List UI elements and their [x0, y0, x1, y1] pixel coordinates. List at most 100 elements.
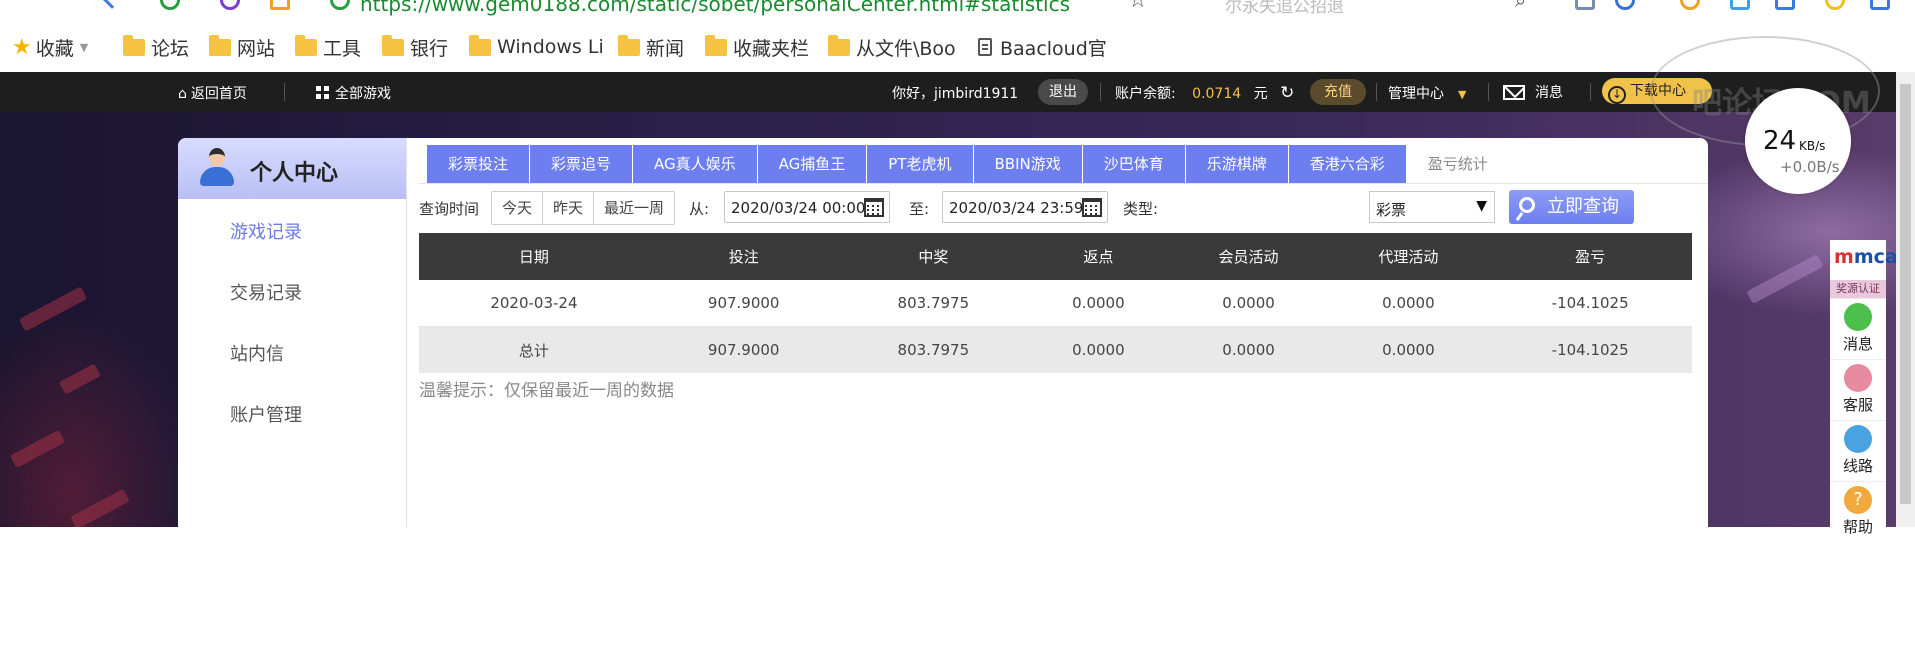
sidebar-item-transactions[interactable]: 交易记录 — [230, 279, 302, 305]
bookmark-folder-forum[interactable]: 论坛 — [123, 34, 189, 60]
tab-lottery-chase[interactable]: 彩票追号 — [530, 145, 633, 183]
site-topbar: ⌂ 返回首页 全部游戏 你好，jimbird1911 退出 账户余额: 0.071… — [0, 72, 1915, 112]
speed-unit: KB/s — [1799, 139, 1826, 153]
query-submit-button[interactable]: 立即查询 — [1509, 190, 1634, 224]
bookmark-folder-tools[interactable]: 工具 — [295, 34, 361, 60]
tab-profit-stats[interactable]: 盈亏统计 — [1406, 145, 1509, 183]
column-header: 返点 — [1028, 233, 1169, 280]
sidebar-item-account[interactable]: 账户管理 — [230, 401, 302, 427]
table-row: 2020-03-24 907.9000 803.7975 0.0000 0.00… — [419, 280, 1692, 327]
to-label: 至: — [909, 200, 930, 218]
refresh-icon[interactable] — [160, 0, 180, 10]
bookmark-folder-news[interactable]: 新闻 — [618, 34, 684, 60]
toolbar-icon-3[interactable] — [1680, 0, 1700, 10]
search-icon[interactable]: ⌕ — [1515, 0, 1526, 12]
bookmark-favorites[interactable]: ★ 收藏 ▼ — [12, 34, 88, 60]
tab-lottery-bets[interactable]: 彩票投注 — [427, 145, 530, 183]
tab-ag-fishing[interactable]: AG捕鱼王 — [757, 145, 867, 183]
float-help-button[interactable]: ? 帮助 — [1830, 481, 1886, 542]
tab-pt-slots[interactable]: PT老虎机 — [867, 145, 973, 183]
bookmark-label: Baacloud官 — [1000, 37, 1107, 60]
toolbar-icon-2[interactable] — [1615, 0, 1635, 10]
calendar-icon[interactable] — [864, 198, 884, 217]
page-scrollbar[interactable] — [1896, 72, 1915, 527]
quick-yesterday-button[interactable]: 昨天 — [543, 192, 595, 224]
home-link[interactable]: ⌂ 返回首页 — [178, 83, 247, 103]
logout-button[interactable]: 退出 — [1038, 79, 1088, 105]
shortcut-icon[interactable] — [270, 0, 290, 10]
tab-leyou-cards[interactable]: 乐游棋牌 — [1185, 145, 1288, 183]
sidebar-item-game-records[interactable]: 游戏记录 — [230, 218, 302, 244]
support-agent-icon — [1844, 364, 1872, 392]
float-messages-button[interactable]: 消息 — [1830, 298, 1886, 359]
float-routes-button[interactable]: 线路 — [1830, 420, 1886, 481]
type-select[interactable]: 彩票 ▼ — [1369, 191, 1495, 223]
bookmark-folder-bank[interactable]: 银行 — [382, 34, 448, 60]
bookmarks-bar: ★ 收藏 ▼ 论坛 网站 工具 银行 Windows Li 新闻 收藏夹栏 从文件\… — [0, 20, 1915, 73]
balance-label: 账户余额: — [1115, 86, 1176, 102]
admin-label: 管理中心 — [1388, 86, 1444, 102]
folder-icon — [469, 34, 491, 56]
decor-streak — [9, 429, 66, 469]
messages-label: 消息 — [1535, 85, 1563, 101]
balance-unit: 元 — [1253, 86, 1268, 102]
bookmark-star-icon[interactable]: ☆ — [1128, 0, 1148, 13]
quick-today-button[interactable]: 今天 — [492, 192, 544, 224]
table-cell: 0.0000 — [1028, 326, 1169, 373]
float-item-label: 帮助 — [1842, 518, 1873, 536]
home-icon: ⌂ — [178, 86, 187, 102]
dropdown-arrow-icon: ▼ — [1476, 198, 1487, 214]
right-float-bar: mmcai 奖源认证 消息 客服 线路 ? 帮助 — [1830, 240, 1904, 542]
personal-center-panel: 个人中心 游戏记录 交易记录 站内信 账户管理 彩票投注 彩票追号 AG真人娱乐… — [178, 138, 1708, 527]
mail-icon — [1503, 85, 1525, 100]
tab-divider — [419, 183, 1708, 184]
sidebar-title: 个人中心 — [250, 161, 339, 186]
divider — [1100, 83, 1101, 101]
sidebar-item-messages[interactable]: 站内信 — [230, 340, 284, 366]
from-date-input[interactable]: 2020/03/24 00:00 — [724, 191, 890, 223]
tab-bbin-games[interactable]: BBIN游戏 — [973, 145, 1082, 183]
address-bar-url[interactable]: https://www.gem0188.com/static/sobet/per… — [360, 0, 1070, 16]
help-icon: ? — [1844, 486, 1872, 514]
browser-search-input[interactable]: 尔永失追公招退 — [1225, 0, 1344, 17]
admin-center-menu[interactable]: 管理中心 ▼ — [1388, 83, 1466, 103]
quick-week-button[interactable]: 最近一周 — [594, 192, 674, 224]
toolbar-icon-4[interactable] — [1730, 0, 1750, 10]
extension-icon[interactable] — [220, 0, 240, 10]
float-support-button[interactable]: 客服 — [1830, 359, 1886, 420]
tab-saba-sports[interactable]: 沙巴体育 — [1082, 145, 1185, 183]
all-games-link[interactable]: 全部游戏 — [316, 83, 391, 103]
bookmark-label: 从文件\Boo — [856, 37, 956, 60]
scrollbar-thumb[interactable] — [1900, 84, 1911, 504]
grid-icon — [316, 86, 329, 99]
bookmark-folder-fromfile[interactable]: 从文件\Boo — [828, 34, 956, 60]
to-date-input[interactable]: 2020/03/24 23:59 — [942, 191, 1108, 223]
messages-link[interactable]: 消息 — [1503, 82, 1563, 102]
toolbar-icon-7[interactable] — [1870, 0, 1890, 10]
bookmark-label: 收藏 — [35, 37, 74, 60]
bookmark-folder-windows[interactable]: Windows Li — [469, 34, 604, 60]
caret-down-icon: ▼ — [1458, 88, 1467, 101]
user-avatar-icon — [200, 148, 234, 186]
recharge-button[interactable]: 充值 — [1310, 79, 1366, 105]
bookmark-folder-favbar[interactable]: 收藏夹栏 — [705, 34, 809, 60]
back-icon[interactable] — [102, 0, 122, 9]
calendar-icon[interactable] — [1082, 198, 1102, 217]
table-cell: 总计 — [419, 326, 649, 373]
secure-lock-icon — [330, 0, 350, 10]
divider — [1488, 83, 1489, 101]
tab-ag-live[interactable]: AG真人娱乐 — [633, 145, 757, 183]
type-label: 类型: — [1123, 200, 1159, 218]
home-label: 返回首页 — [190, 86, 247, 102]
network-speed-widget[interactable]: 24 KB/s +0.0B/s — [1745, 88, 1851, 194]
column-header: 日期 — [419, 233, 649, 280]
bookmark-label: 论坛 — [151, 37, 190, 60]
bookmark-folder-sites[interactable]: 网站 — [209, 34, 275, 60]
tab-hk-marksix[interactable]: 香港六合彩 — [1288, 145, 1406, 183]
toolbar-icon-6[interactable] — [1825, 0, 1845, 10]
bookmark-baacloud[interactable]: Baacloud官 — [978, 34, 1107, 60]
toolbar-icon-5[interactable] — [1775, 0, 1795, 10]
mcai-logo[interactable]: mmcai — [1830, 240, 1904, 280]
refresh-balance-icon[interactable]: ↻ — [1280, 83, 1294, 103]
toolbar-icon-1[interactable] — [1575, 0, 1595, 10]
